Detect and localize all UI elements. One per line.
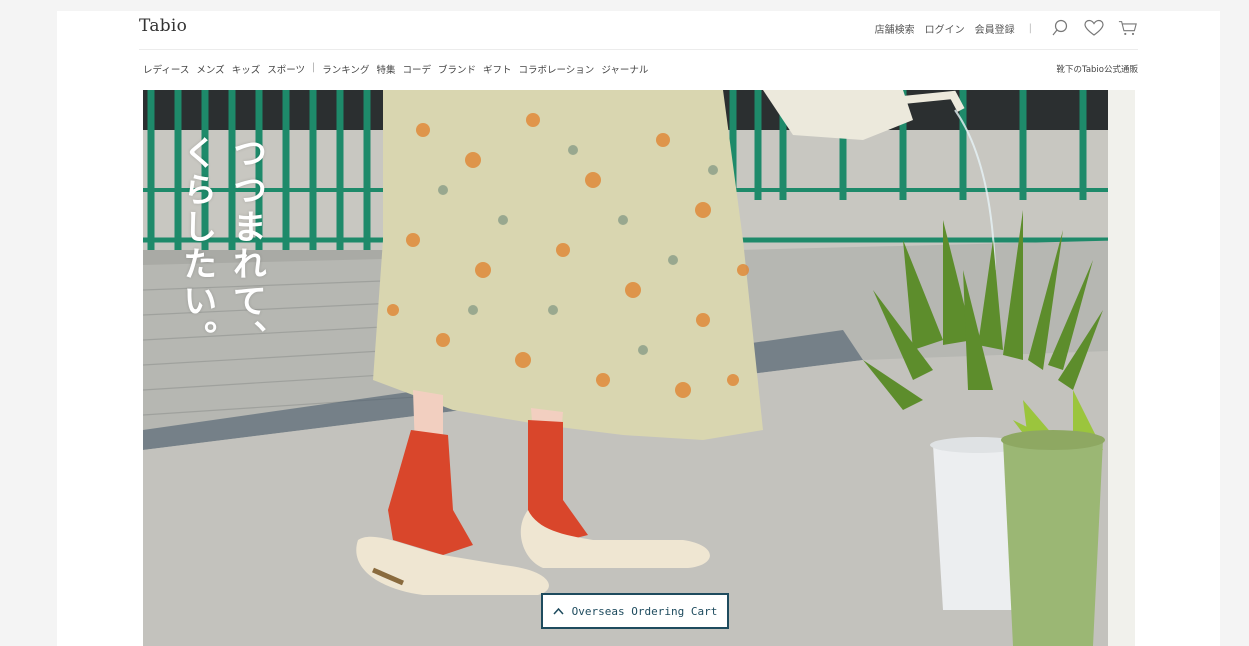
nav-item-journal[interactable]: ジャーナル	[601, 62, 648, 76]
chevron-up-icon	[553, 607, 564, 615]
hero-copy: つつまれて、 くらしたい。	[176, 135, 267, 357]
hero-copy-line-1: つつまれて、	[226, 135, 267, 357]
nav-separator: |	[312, 62, 316, 73]
official-store-link[interactable]: 靴下のTabio公式通販	[1057, 63, 1138, 75]
nav-item-sports[interactable]: スポーツ	[267, 62, 305, 76]
category-nav: レディース メンズ キッズ スポーツ | ランキング 特集 コーデ ブランド ギ…	[143, 62, 648, 76]
nav-item-collaboration[interactable]: コラボレーション	[519, 62, 595, 76]
nav-divider: |	[1028, 22, 1032, 34]
header-divider	[139, 49, 1138, 50]
nav-item-kids[interactable]: キッズ	[232, 62, 261, 76]
search-icon[interactable]	[1050, 18, 1070, 38]
nav-item-ranking[interactable]: ランキング	[322, 62, 369, 76]
hero-image	[143, 90, 1135, 646]
store-search-link[interactable]: 店舗検索	[875, 21, 915, 36]
hero-copy-line-2: くらしたい。	[176, 135, 217, 357]
nav-item-features[interactable]: 特集	[376, 62, 395, 76]
nav-item-coordinate[interactable]: コーデ	[402, 62, 431, 76]
overseas-cart-button[interactable]: Overseas Ordering Cart	[541, 593, 729, 629]
nav-item-brand[interactable]: ブランド	[438, 62, 476, 76]
nav-item-ladies[interactable]: レディース	[143, 62, 189, 76]
nav-item-mens[interactable]: メンズ	[196, 62, 224, 76]
register-link[interactable]: 会員登録	[975, 21, 1015, 36]
heart-icon[interactable]	[1084, 18, 1104, 38]
utility-nav: 店舗検索 ログイン 会員登録 |	[875, 18, 1138, 38]
hero-banner[interactable]: つつまれて、 くらしたい。 Overseas Ordering Cart	[143, 90, 1135, 646]
brand-logo[interactable]: Tabio	[139, 16, 187, 36]
cart-icon[interactable]	[1118, 18, 1138, 38]
nav-item-gift[interactable]: ギフト	[483, 62, 512, 76]
page-container: Tabio 店舗検索 ログイン 会員登録 | レディース メンズ キッズ スポー…	[57, 11, 1220, 646]
overseas-cart-label: Overseas Ordering Cart	[571, 604, 718, 618]
login-link[interactable]: ログイン	[925, 21, 965, 36]
